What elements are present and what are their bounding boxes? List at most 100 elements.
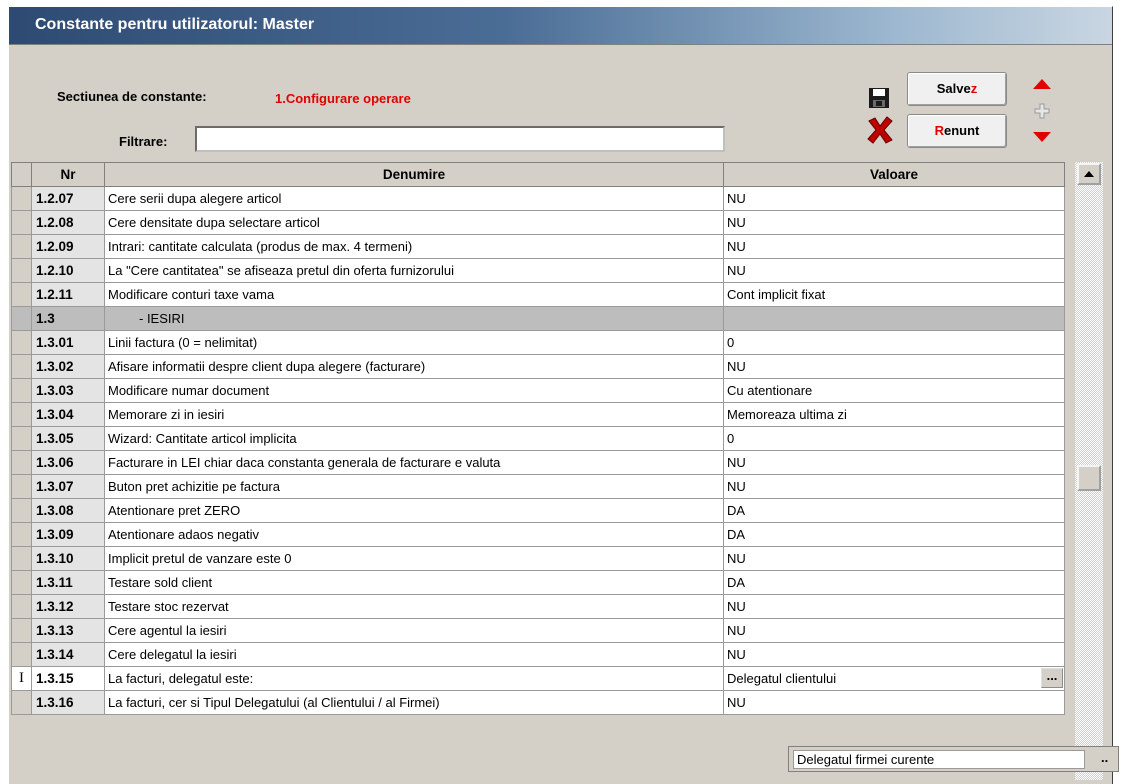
cell-nr: 1.3.02 [31, 354, 105, 379]
cell-value[interactable]: DA [723, 570, 1065, 595]
title-bar: Constante pentru utilizatorul: Master [9, 7, 1112, 45]
cell-name: Cere agentul la iesiri [104, 618, 724, 643]
table-row[interactable]: 1.3.05 Wizard: Cantitate articol implicit… [11, 426, 1065, 451]
floppy-disk-icon[interactable] [868, 87, 890, 109]
cell-name: Atentionare adaos negativ [104, 522, 724, 547]
table-row[interactable]: 1.3.13 Cere agentul la iesiri NU [11, 618, 1065, 643]
cell-nr: 1.3.09 [31, 522, 105, 547]
row-indicator [11, 258, 32, 283]
cell-value[interactable]: 0 [723, 426, 1065, 451]
row-indicator [11, 522, 32, 547]
cell-nr: 1.3.06 [31, 450, 105, 475]
row-indicator [11, 330, 32, 355]
table-row[interactable]: 1.3.03 Modificare numar document Cu atenti… [11, 378, 1065, 403]
vertical-scrollbar[interactable] [1074, 162, 1103, 780]
row-indicator [11, 498, 32, 523]
table-row[interactable]: 1.3.12 Testare stoc rezervat NU [11, 594, 1065, 619]
cell-nr: 1.2.09 [31, 234, 105, 259]
save-button-hotkey: z [970, 81, 978, 96]
cell-value[interactable]: NU [723, 642, 1065, 667]
cell-value[interactable]: 0 [723, 330, 1065, 355]
cell-value[interactable]: Memoreaza ultima zi [723, 402, 1065, 427]
table-row[interactable]: 1.3.16 La facturi, cer si Tipul Delegatul… [11, 690, 1065, 715]
cell-value[interactable]: NU [723, 618, 1065, 643]
ellipsis-button[interactable]: ... [1041, 668, 1063, 688]
row-indicator [11, 594, 32, 619]
cell-value[interactable]: NU [723, 690, 1065, 715]
cell-name: Cere densitate dupa selectare articol [104, 210, 724, 235]
cell-value[interactable]: NU [723, 474, 1065, 499]
cell-nr: 1.3.01 [31, 330, 105, 355]
table-row[interactable]: 1.3.02 Afisare informatii despre client d… [11, 354, 1065, 379]
row-indicator [11, 354, 32, 379]
cell-nr: 1.2.10 [31, 258, 105, 283]
cell-value[interactable]: NU [723, 354, 1065, 379]
cell-value: Delegatul clientului [727, 671, 837, 686]
cancel-button-hotkey: R [934, 123, 944, 138]
cell-value[interactable]: NU [723, 546, 1065, 571]
table-row[interactable]: 1.2.09 Intrari: cantitate calculata (prod… [11, 234, 1065, 259]
row-indicator [11, 402, 32, 427]
header-denumire[interactable]: Denumire [104, 162, 724, 187]
header-nr[interactable]: Nr [31, 162, 105, 187]
cell-value[interactable]: NU [723, 210, 1065, 235]
plus-icon[interactable] [1034, 103, 1050, 119]
cell-value[interactable]: DA [723, 522, 1065, 547]
table-row[interactable]: 1.2.11 Modificare conturi taxe vama Cont i… [11, 282, 1065, 307]
table-row[interactable]: 1.3.08 Atentionare pret ZERO DA [11, 498, 1065, 523]
dropdown-ellipsis[interactable]: .. [1101, 750, 1108, 765]
cell-name: Cere serii dupa alegere articol [104, 186, 724, 211]
section-row[interactable]: 1.3- IESIRI [11, 306, 1065, 331]
row-indicator [11, 546, 32, 571]
header-indicator [11, 162, 32, 187]
table-row[interactable]: 1.2.10 La "Cere cantitatea" se afiseaza p… [11, 258, 1065, 283]
current-row[interactable]: I 1.3.15 La facturi, delegatul este: Delega… [11, 666, 1065, 691]
table-row[interactable]: 1.3.07 Buton pret achizitie pe factura NU [11, 474, 1065, 499]
cell-name: Memorare zi in iesiri [104, 402, 724, 427]
cell-name: Intrari: cantitate calculata (produs de … [104, 234, 724, 259]
red-x-icon[interactable] [865, 115, 895, 145]
text-cursor-icon: I [11, 666, 32, 691]
cell-nr: 1.2.07 [31, 186, 105, 211]
table-row[interactable]: 1.2.08 Cere densitate dupa selectare arti… [11, 210, 1065, 235]
save-button[interactable]: Salvez [907, 72, 1007, 106]
red-triangle-down-icon[interactable] [1033, 132, 1051, 142]
header-valoare[interactable]: Valoare [723, 162, 1065, 187]
scroll-thumb[interactable] [1077, 465, 1101, 491]
filter-input[interactable] [195, 126, 725, 152]
row-indicator [11, 186, 32, 211]
cell-value[interactable]: NU [723, 594, 1065, 619]
table-row[interactable]: 1.3.06 Facturare in LEI chiar daca consta… [11, 450, 1065, 475]
cell-value-editor[interactable]: Delegatul clientului... [723, 666, 1065, 691]
row-indicator [11, 570, 32, 595]
cell-name: Linii factura (0 = nelimitat) [104, 330, 724, 355]
cell-value[interactable]: NU [723, 258, 1065, 283]
cell-nr: 1.3 [31, 306, 105, 331]
row-indicator [11, 426, 32, 451]
cell-name: Modificare conturi taxe vama [104, 282, 724, 307]
dropdown-option[interactable]: Delegatul firmei curente [793, 750, 1085, 769]
cell-name: Implicit pretul de vanzare este 0 [104, 546, 724, 571]
cell-value[interactable]: Cu atentionare [723, 378, 1065, 403]
table-row[interactable]: 1.3.10 Implicit pretul de vanzare este 0N… [11, 546, 1065, 571]
arrow-up-icon [1084, 171, 1094, 177]
table-row[interactable]: 1.3.14 Cere delegatul la iesiri NU [11, 642, 1065, 667]
row-indicator [11, 450, 32, 475]
cell-value[interactable]: NU [723, 234, 1065, 259]
cell-value[interactable]: DA [723, 498, 1065, 523]
table-row[interactable]: 1.3.09 Atentionare adaos negativ DA [11, 522, 1065, 547]
scroll-up-button[interactable] [1077, 163, 1101, 185]
red-triangle-up-icon[interactable] [1033, 79, 1051, 89]
row-indicator [11, 618, 32, 643]
value-dropdown[interactable]: Delegatul firmei curente .. [788, 746, 1119, 772]
table-row[interactable]: 1.3.11 Testare sold client DA [11, 570, 1065, 595]
cell-value[interactable]: NU [723, 450, 1065, 475]
table-row[interactable]: 1.3.01 Linii factura (0 = nelimitat) 0 [11, 330, 1065, 355]
table-row[interactable]: 1.3.04 Memorare zi in iesiri Memoreaza ult… [11, 402, 1065, 427]
cell-name: La "Cere cantitatea" se afiseaza pretul … [104, 258, 724, 283]
cell-value[interactable]: NU [723, 186, 1065, 211]
row-indicator [11, 282, 32, 307]
table-row[interactable]: 1.2.07 Cere serii dupa alegere articol NU [11, 186, 1065, 211]
cell-value[interactable]: Cont implicit fixat [723, 282, 1065, 307]
cancel-button[interactable]: Renunt [907, 114, 1007, 148]
